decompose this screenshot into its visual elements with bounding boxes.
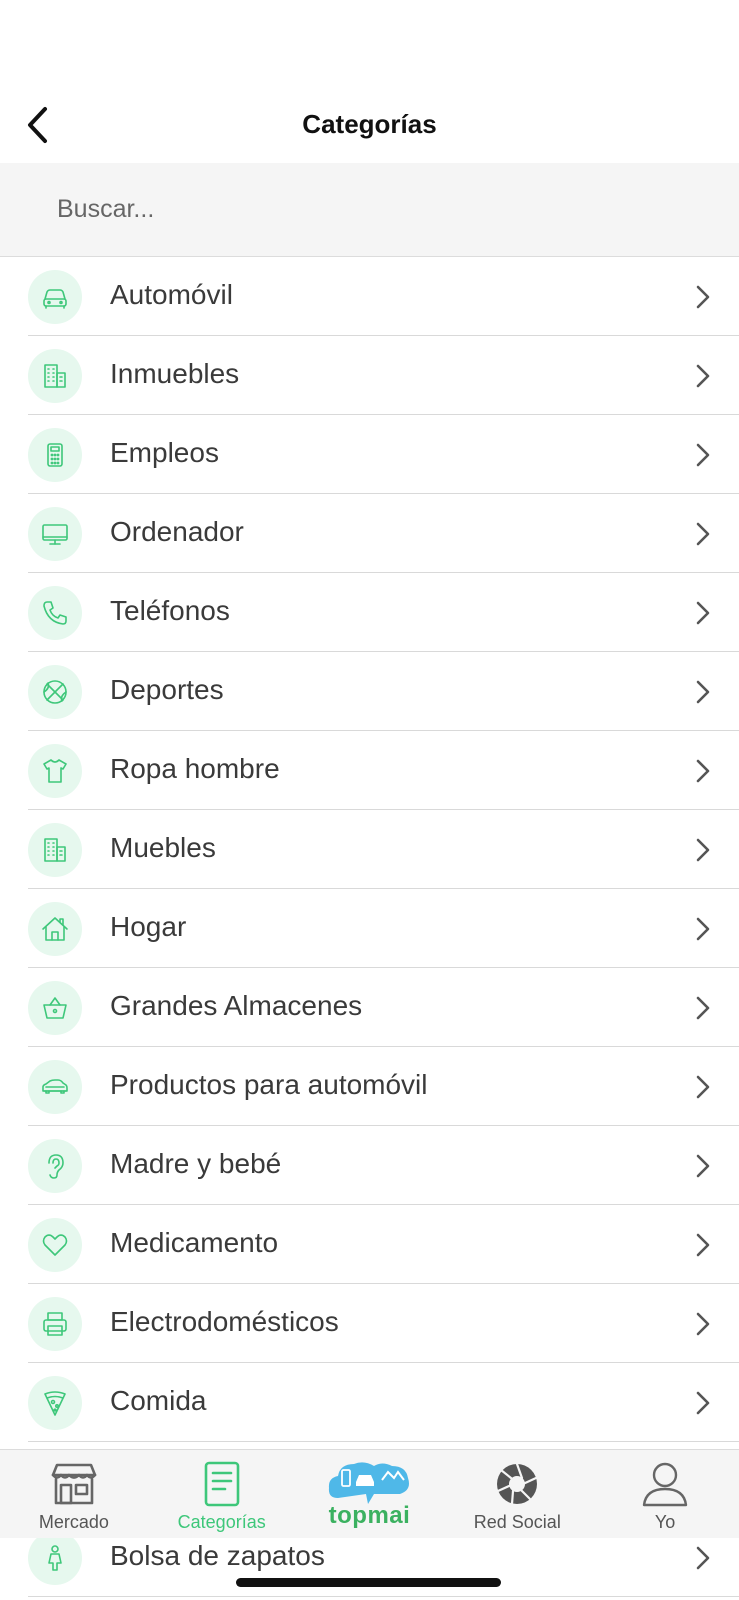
category-label: Madre y bebé	[110, 1148, 282, 1179]
categories-screen: Categorías Automóvil Inmuebles Empleos	[0, 0, 739, 1600]
category-item-ropa-hombre[interactable]: Ropa hombre	[28, 731, 739, 810]
category-label: Hogar	[110, 911, 187, 942]
chevron-right-icon	[693, 361, 713, 391]
printer-icon	[28, 1297, 82, 1351]
chevron-right-icon	[693, 993, 713, 1023]
basketball-icon	[28, 665, 82, 719]
category-item-muebles[interactable]: Muebles	[28, 810, 739, 889]
category-list: Automóvil Inmuebles Empleos Ordenador Te…	[0, 257, 739, 1442]
category-label: Teléfonos	[110, 595, 230, 626]
tshirt-icon	[28, 744, 82, 798]
topmai-logo	[326, 1458, 412, 1504]
category-label: Ordenador	[110, 516, 244, 547]
category-item-hogar[interactable]: Hogar	[28, 889, 739, 968]
category-label: Productos para automóvil	[110, 1069, 428, 1100]
category-label: Comida	[110, 1385, 207, 1416]
chevron-right-icon	[693, 1230, 713, 1260]
category-item-medicamento[interactable]: Medicamento	[28, 1205, 739, 1284]
page-title: Categorías	[302, 109, 437, 139]
chevron-right-icon	[693, 835, 713, 865]
category-item-empleos[interactable]: Empleos	[28, 415, 739, 494]
category-label: Bolsa de zapatos	[110, 1540, 325, 1571]
chevron-right-icon	[693, 598, 713, 628]
building-icon	[28, 349, 82, 403]
tab-topmai[interactable]: topmai	[296, 1450, 444, 1538]
document-icon	[196, 1460, 248, 1508]
category-label: Automóvil	[110, 279, 233, 310]
monitor-icon	[28, 507, 82, 561]
bottom-tab-bar: Mercado Categorías topmai Red Social Yo	[0, 1449, 739, 1538]
category-item-electrodomesticos[interactable]: Electrodomésticos	[28, 1284, 739, 1363]
category-item-grandes-almacenes[interactable]: Grandes Almacenes	[28, 968, 739, 1047]
category-label: Grandes Almacenes	[110, 990, 363, 1021]
heart-icon	[28, 1218, 82, 1272]
chevron-right-icon	[693, 1151, 713, 1181]
basket-icon	[28, 981, 82, 1035]
phone-icon	[28, 586, 82, 640]
pizza-icon	[28, 1376, 82, 1430]
category-label: Electrodomésticos	[110, 1306, 339, 1337]
category-label: Muebles	[110, 832, 216, 863]
category-label: Empleos	[110, 437, 219, 468]
chevron-right-icon	[693, 1309, 713, 1339]
chevron-right-icon	[693, 1543, 713, 1573]
category-item-telefonos[interactable]: Teléfonos	[28, 573, 739, 652]
store-icon	[48, 1460, 100, 1508]
house-icon	[28, 902, 82, 956]
person-icon	[28, 1531, 82, 1585]
chevron-right-icon	[693, 756, 713, 786]
calculator-icon	[28, 428, 82, 482]
chevron-right-icon	[693, 282, 713, 312]
chevron-right-icon	[693, 677, 713, 707]
category-label: Medicamento	[110, 1227, 279, 1258]
nav-header: Categorías	[0, 85, 739, 163]
chevron-right-icon	[693, 1072, 713, 1102]
tab-label: topmai	[328, 1502, 411, 1529]
category-item-ordenador[interactable]: Ordenador	[28, 494, 739, 573]
building-icon	[28, 823, 82, 877]
tab-categorias[interactable]: Categorías	[148, 1450, 296, 1538]
tab-yo[interactable]: Yo	[591, 1450, 739, 1538]
search-input[interactable]	[55, 185, 699, 233]
chevron-right-icon	[693, 519, 713, 549]
tab-label: Categorías	[177, 1512, 266, 1532]
chevron-right-icon	[693, 440, 713, 470]
ear-icon	[28, 1139, 82, 1193]
tab-mercado[interactable]: Mercado	[0, 1450, 148, 1538]
chevron-right-icon	[693, 914, 713, 944]
home-indicator[interactable]	[236, 1578, 501, 1587]
category-item-deportes[interactable]: Deportes	[28, 652, 739, 731]
user-icon	[639, 1460, 691, 1508]
car-side-icon	[28, 1060, 82, 1114]
tab-label: Mercado	[38, 1512, 109, 1532]
search-bar	[0, 163, 739, 257]
category-item-madre-bebe[interactable]: Madre y bebé	[28, 1126, 739, 1205]
category-item-automovil[interactable]: Automóvil	[28, 257, 739, 336]
category-item-comida[interactable]: Comida	[28, 1363, 739, 1442]
car-icon	[28, 270, 82, 324]
aperture-icon	[491, 1460, 543, 1508]
tab-label: Red Social	[473, 1512, 561, 1532]
category-item-productos-automovil[interactable]: Productos para automóvil	[28, 1047, 739, 1126]
category-label: Deportes	[110, 674, 224, 705]
tab-red-social[interactable]: Red Social	[443, 1450, 591, 1538]
category-item-inmuebles[interactable]: Inmuebles	[28, 336, 739, 415]
chevron-right-icon	[693, 1388, 713, 1418]
tab-label: Yo	[654, 1512, 676, 1532]
category-label: Inmuebles	[110, 358, 240, 389]
category-label: Ropa hombre	[110, 753, 280, 784]
